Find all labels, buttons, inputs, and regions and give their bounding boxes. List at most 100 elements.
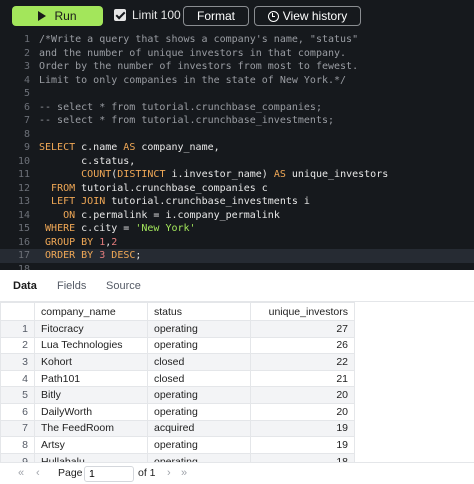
page-number-input[interactable] [84, 466, 134, 482]
tab-data[interactable]: Data [13, 270, 37, 302]
sql-editor[interactable]: 1 /*Write a query that shows a company's … [0, 32, 474, 270]
code-line[interactable]: 15 WHERE c.city = 'New York' [0, 222, 474, 236]
last-page-icon[interactable]: » [181, 467, 187, 479]
code-text: c.status, [39, 155, 135, 169]
code-token: Order by the number of investors from mo… [39, 61, 359, 72]
code-line[interactable]: 6 -- select * from tutorial.crunchbase_co… [0, 101, 474, 115]
cell-status: operating [147, 386, 251, 404]
row-index: 7 [0, 419, 35, 438]
line-number: 2 [23, 47, 30, 59]
limit-checkbox[interactable] [114, 9, 126, 21]
code-line[interactable]: 8 [0, 128, 474, 142]
format-button[interactable]: Format [183, 6, 249, 26]
column-header-status[interactable]: status [147, 302, 251, 321]
code-text: and the number of unique investors in th… [39, 47, 346, 61]
code-line[interactable]: 10 c.status, [0, 155, 474, 169]
code-line[interactable]: 12 FROM tutorial.crunchbase_companies c [0, 182, 474, 196]
row-index: 5 [0, 386, 35, 404]
row-index: 1 [0, 320, 35, 338]
cell-status: operating [147, 336, 251, 355]
code-token: GROUP BY [45, 236, 94, 248]
table-row[interactable]: 1 Fitocracy operating 27 [0, 320, 355, 338]
view-history-button[interactable]: View history [254, 6, 361, 26]
cell-unique-investors: 27 [250, 320, 355, 338]
line-number: 9 [23, 142, 30, 153]
run-button-label: Run [54, 9, 77, 23]
code-line[interactable]: 1 /*Write a query that shows a company's … [0, 33, 474, 47]
cell-unique-investors: 20 [250, 386, 355, 404]
table-row[interactable]: 4 Path101 closed 21 [0, 369, 355, 388]
cell-company-name: Kohort [34, 353, 148, 371]
format-button-label: Format [196, 9, 235, 23]
code-token: 2 [111, 236, 118, 248]
line-number: 4 [23, 74, 30, 86]
code-token: c.permalink = i.company_permalink [75, 209, 280, 221]
code-line[interactable]: 2 and the number of unique investors in t… [0, 47, 474, 61]
previous-page-icon[interactable]: ‹ [36, 467, 40, 479]
tab-source[interactable]: Source [106, 270, 141, 302]
code-token: FROM [51, 182, 76, 194]
row-index: 3 [0, 353, 35, 371]
run-button[interactable]: Run [12, 6, 103, 26]
results-tabs: Data Fields Source [0, 270, 474, 302]
next-page-icon[interactable]: › [167, 467, 171, 479]
code-line[interactable]: 4 Limit to only companies in the state of… [0, 74, 474, 88]
first-page-icon[interactable]: « [18, 467, 24, 479]
code-token: ON [63, 209, 76, 221]
code-text: /*Write a query that shows a company's n… [39, 33, 358, 47]
cell-status: operating [147, 402, 251, 421]
table-row[interactable]: 2 Lua Technologies operating 26 [0, 336, 355, 355]
code-line[interactable]: 16 GROUP BY 1,2 [0, 236, 474, 250]
code-line[interactable]: 13 LEFT JOIN tutorial.crunchbase_investm… [0, 195, 474, 209]
code-line[interactable]: 9 SELECT c.name AS company_name, [0, 141, 474, 155]
table-row[interactable]: 3 Kohort closed 22 [0, 353, 355, 371]
line-number: 5 [23, 88, 30, 99]
cell-company-name: The FeedRoom [34, 419, 148, 438]
cell-status: operating [147, 320, 251, 338]
column-header-unique-investors[interactable]: unique_investors [250, 302, 355, 321]
page-label: Page [58, 467, 83, 479]
page-count: of 1 [138, 467, 156, 479]
cell-unique-investors: 21 [250, 369, 355, 388]
code-token: LEFT JOIN [51, 196, 106, 207]
code-token: and the number of unique investors in th… [39, 47, 347, 59]
code-line[interactable]: 5 [0, 87, 474, 101]
code-line[interactable]: 17 ORDER BY 3 DESC; [0, 249, 474, 263]
code-line[interactable]: 7 -- select * from tutorial.crunchbase_in… [0, 114, 474, 128]
line-number: 7 [23, 115, 30, 126]
code-text: FROM tutorial.crunchbase_companies c [39, 182, 268, 196]
cell-unique-investors: 19 [250, 419, 355, 438]
tab-fields[interactable]: Fields [57, 270, 86, 302]
code-token: AS [123, 142, 136, 153]
table-row[interactable]: 8 Artsy operating 19 [0, 436, 355, 454]
code-text: LEFT JOIN tutorial.crunchbase_investment… [39, 195, 310, 209]
table-row[interactable]: 5 Bitly operating 20 [0, 386, 355, 404]
limit-toggle[interactable]: Limit 100 [114, 8, 181, 22]
code-line[interactable]: 18 [0, 263, 474, 271]
table-row[interactable]: 7 The FeedRoom acquired 19 [0, 419, 355, 438]
code-token: tutorial.crunchbase_investments i [105, 196, 310, 207]
table-body: 1 Fitocracy operating 27 2 Lua Technologies op… [0, 320, 355, 462]
table-row[interactable]: 6 DailyWorth operating 20 [0, 402, 355, 421]
code-line[interactable]: 3 Order by the number of investors from m… [0, 60, 474, 74]
table-row[interactable]: 9 Hullabalu operating 18 [0, 452, 355, 462]
cell-company-name: DailyWorth [34, 402, 148, 421]
code-text: GROUP BY 1,2 [39, 236, 117, 250]
cell-status: operating [147, 436, 251, 454]
code-text: Limit to only companies in the state of … [39, 74, 346, 88]
cell-status: acquired [147, 419, 251, 438]
code-line[interactable]: 11 COUNT(DISTINCT i.investor_name) AS un… [0, 168, 474, 182]
code-token: DESC [111, 250, 136, 261]
cell-company-name: Artsy [34, 436, 148, 454]
row-index: 9 [0, 452, 35, 462]
cell-company-name: Path101 [34, 369, 148, 388]
column-header-company-name[interactable]: company_name [34, 302, 148, 321]
code-line[interactable]: 14 ON c.permalink = i.company_permalink [0, 209, 474, 223]
row-index: 8 [0, 436, 35, 454]
code-token: ORDER BY [45, 250, 94, 261]
cell-company-name: Lua Technologies [34, 336, 148, 355]
cell-unique-investors: 20 [250, 402, 355, 421]
code-token: WHERE [45, 223, 76, 234]
